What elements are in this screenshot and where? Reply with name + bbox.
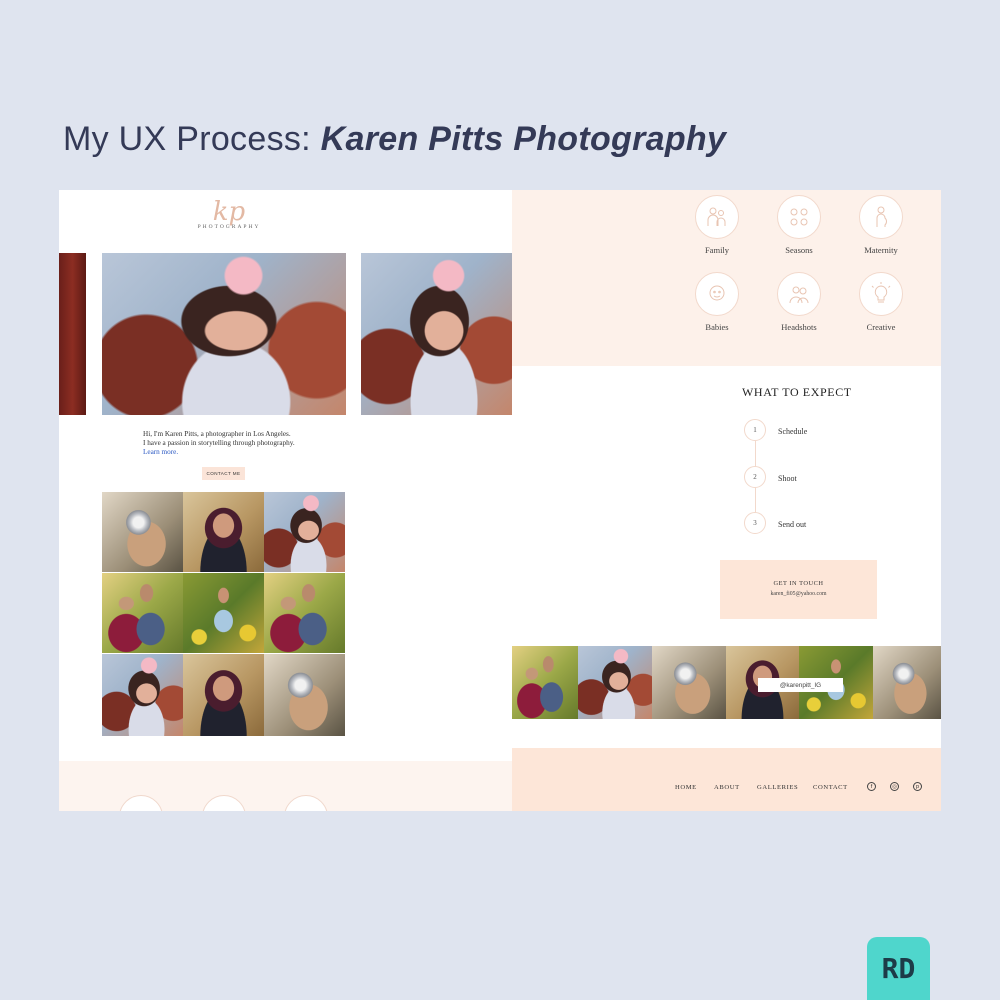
nav-galleries[interactable]: GALLERIES xyxy=(757,784,798,791)
facebook-icon[interactable]: f xyxy=(867,782,876,791)
family-icon xyxy=(695,195,739,239)
logo-monogram: kp xyxy=(212,197,246,227)
step-label: Send out xyxy=(778,520,807,529)
rd-logo-badge: RD xyxy=(867,937,930,1000)
category-headshots[interactable]: Headshots xyxy=(764,272,834,332)
homepage-right: Family Seasons Maternity Babies Headshot… xyxy=(512,190,941,811)
gallery-photo[interactable] xyxy=(102,573,183,653)
nav-home[interactable]: HOME xyxy=(675,784,697,791)
gallery-photo[interactable] xyxy=(264,573,345,653)
intro-text: Hi, I'm Karen Pitts, a photographer in L… xyxy=(143,430,403,457)
intro-line-2: I have a passion in storytelling through… xyxy=(143,439,295,447)
category-label: Creative xyxy=(866,322,896,332)
category-label: Seasons xyxy=(785,245,813,255)
instagram-handle[interactable]: @karenpitt_IG xyxy=(758,678,843,692)
learn-more-link[interactable]: Learn more. xyxy=(143,448,403,457)
website-mockup: kp PHOTOGRAPHY Hi, I'm Karen Pitts, a ph… xyxy=(59,190,941,811)
get-in-touch-box[interactable]: GET IN TOUCH karen_fi05@yahoo.com xyxy=(720,560,877,619)
category-label: Headshots xyxy=(781,322,817,332)
seasons-icon xyxy=(777,195,821,239)
step-number: 2 xyxy=(744,466,766,488)
get-in-touch-title: GET IN TOUCH xyxy=(773,580,824,587)
instagram-photo[interactable] xyxy=(512,646,578,719)
headshots-icon xyxy=(777,272,821,316)
gallery-photo[interactable] xyxy=(183,492,264,572)
carousel-next-slide[interactable] xyxy=(361,253,512,415)
category-label: Babies xyxy=(705,322,729,332)
nav-contact[interactable]: CONTACT xyxy=(813,784,848,791)
category-family[interactable]: Family xyxy=(682,195,752,255)
pinterest-icon[interactable]: p xyxy=(913,782,922,791)
gallery-photo[interactable] xyxy=(183,654,264,736)
gallery-photo[interactable] xyxy=(264,654,345,736)
contact-me-button[interactable]: CONTACT ME xyxy=(202,467,245,480)
step-label: Schedule xyxy=(778,427,808,436)
instagram-photo[interactable] xyxy=(578,646,652,719)
gallery-photo[interactable] xyxy=(102,654,183,736)
category-babies[interactable]: Babies xyxy=(682,272,752,332)
what-to-expect-title: WHAT TO EXPECT xyxy=(742,385,852,399)
homepage-left: kp PHOTOGRAPHY Hi, I'm Karen Pitts, a ph… xyxy=(59,190,512,811)
category-label: Family xyxy=(704,245,730,255)
gallery-photo[interactable] xyxy=(183,573,264,653)
category-seasons[interactable]: Seasons xyxy=(764,195,834,255)
creative-icon xyxy=(859,272,903,316)
page-title: My UX Process: Karen Pitts Photography xyxy=(63,120,726,159)
step-number: 3 xyxy=(744,512,766,534)
site-footer xyxy=(512,748,941,811)
page-title-project: Karen Pitts Photography xyxy=(320,120,727,158)
instagram-photo[interactable] xyxy=(873,646,941,719)
site-logo[interactable]: kp PHOTOGRAPHY xyxy=(189,198,269,230)
instagram-feed xyxy=(512,646,941,719)
gallery-photo[interactable] xyxy=(264,492,345,572)
step-label: Shoot xyxy=(778,474,797,483)
step-number: 1 xyxy=(744,419,766,441)
category-label: Maternity xyxy=(864,245,898,255)
category-creative[interactable]: Creative xyxy=(846,272,916,332)
contact-email[interactable]: karen_fi05@yahoo.com xyxy=(720,591,877,597)
maternity-icon xyxy=(859,195,903,239)
babies-icon xyxy=(695,272,739,316)
nav-about[interactable]: ABOUT xyxy=(714,784,740,791)
page-title-prefix: My UX Process: xyxy=(63,120,321,158)
carousel-prev-slide[interactable] xyxy=(59,253,86,415)
intro-line-1: Hi, I'm Karen Pitts, a photographer in L… xyxy=(143,430,291,438)
gallery-photo[interactable] xyxy=(102,492,183,572)
category-maternity[interactable]: Maternity xyxy=(846,195,916,255)
hero-photo[interactable] xyxy=(102,253,346,415)
instagram-icon[interactable]: ◎ xyxy=(890,782,899,791)
instagram-photo[interactable] xyxy=(652,646,726,719)
logo-wordmark: PHOTOGRAPHY xyxy=(197,224,261,230)
